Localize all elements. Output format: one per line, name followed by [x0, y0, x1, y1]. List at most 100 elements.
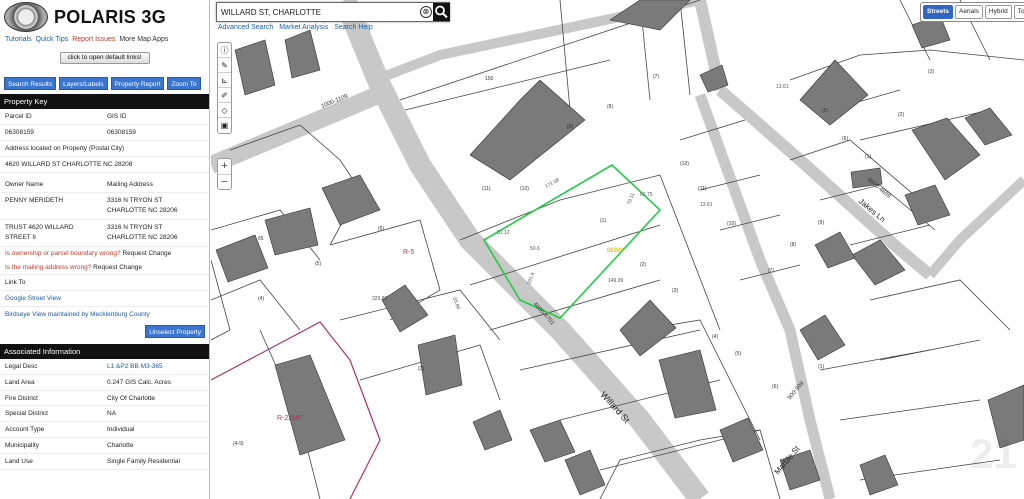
county-seal-icon: [4, 2, 48, 32]
birdseye-view-link[interactable]: Birdseye View maintained by Mecklenburg …: [0, 307, 209, 323]
building: [719, 417, 764, 463]
more-map-apps-link[interactable]: More Map Apps: [119, 36, 168, 43]
associated-info-row: Account Type Individual: [0, 422, 209, 438]
polaris-app: POLARIS 3G Tutorials Quick Tips Report I…: [0, 0, 1024, 499]
svg-text:(1): (1): [865, 154, 871, 160]
owner-name-label: Owner Name: [5, 181, 44, 188]
svg-text:(4-9): (4-9): [233, 441, 244, 447]
erase-tool-icon[interactable]: ◇: [218, 103, 231, 118]
zoom-in-icon[interactable]: +: [218, 159, 231, 174]
unselect-property-button[interactable]: Unselect Property: [145, 325, 205, 338]
tutorials-link[interactable]: Tutorials: [5, 36, 32, 43]
building: [469, 79, 586, 181]
svg-text:(9): (9): [818, 220, 824, 226]
id-labels-row: Parcel ID GIS ID: [0, 109, 209, 125]
owner-row-1: PENNY MERIDETH 3316 N TRYON ST CHARLOTTE…: [0, 193, 209, 220]
search-button[interactable]: [433, 3, 450, 21]
building: [964, 107, 1013, 146]
building: [529, 419, 576, 463]
associated-info-value[interactable]: L1 &P2 BB M3-365: [107, 359, 163, 374]
svg-text:61.75: 61.75: [640, 192, 653, 198]
svg-text:(8): (8): [607, 104, 613, 110]
gis-id-value: 06308159: [107, 129, 136, 136]
left-panel: POLARIS 3G Tutorials Quick Tips Report I…: [0, 0, 210, 499]
building: [472, 409, 513, 451]
clear-search-icon[interactable]: ⊗: [420, 6, 432, 18]
basemap-hybrid-button[interactable]: Hybrid: [984, 5, 1012, 19]
report-issues-link[interactable]: Report Issues: [72, 36, 115, 43]
mailing-request-change-link[interactable]: Request Change: [93, 264, 142, 271]
svg-text:(9): (9): [567, 124, 573, 130]
watermark-year: 21: [970, 430, 1017, 477]
layers-labels-button[interactable]: Layers/Labels: [59, 77, 108, 90]
mailing-address-2-line2: CHARLOTTE NC 28206: [107, 234, 178, 241]
svg-text:101.4: 101.4: [526, 272, 536, 286]
zoom-to-button[interactable]: Zoom To: [167, 77, 201, 90]
owner-name-1: PENNY MERIDETH: [5, 197, 64, 204]
measure-tool-icon[interactable]: ✎: [218, 58, 231, 73]
marble-st-road: [694, 93, 836, 499]
advanced-search-link[interactable]: Advanced Search: [218, 24, 273, 31]
svg-text:329.86: 329.86: [372, 296, 388, 302]
svg-text:(3): (3): [418, 366, 424, 372]
svg-text:(12): (12): [680, 161, 689, 167]
quick-tips-link[interactable]: Quick Tips: [36, 36, 69, 43]
svg-text:13.61: 13.61: [700, 202, 713, 208]
svg-text:70.11: 70.11: [626, 192, 636, 206]
default-links-button[interactable]: click to open default links!: [59, 52, 150, 64]
building: [321, 174, 381, 226]
ownership-change-row: Is ownership or parcel boundary wrong? R…: [0, 247, 209, 261]
zoning-label-r5: R-5: [403, 249, 414, 256]
basemap-aerials-button[interactable]: Aerials: [955, 5, 983, 19]
zoom-out-icon[interactable]: −: [218, 174, 231, 189]
print-tool-icon[interactable]: ▣: [218, 118, 231, 133]
svg-text:(1): (1): [818, 364, 824, 370]
building: [658, 349, 717, 419]
mailing-address-2: 3316 N TRYON ST CHARLOTTE NC 28206: [107, 223, 177, 243]
search-input[interactable]: [217, 3, 417, 21]
svg-text:(10): (10): [727, 221, 736, 227]
basemap-streets-button[interactable]: Streets: [923, 5, 954, 19]
associated-info-value: Individual: [107, 426, 135, 434]
building: [619, 299, 677, 357]
property-report-button[interactable]: Property Report: [110, 77, 165, 90]
associated-info-key: Land Area: [5, 378, 35, 386]
building: [814, 231, 856, 269]
header: POLARIS 3G: [0, 0, 209, 34]
draw-tool-icon[interactable]: ✐: [218, 88, 231, 103]
magnifier-icon: [435, 5, 448, 19]
associated-info-row: Municipality Charlotte: [0, 438, 209, 454]
parcel-map[interactable]: 150 (10) (11) 65 (6) (5) (4) (3) (4-9) (1) (2) (…: [211, 0, 1024, 499]
search-results-button[interactable]: Search Results: [4, 77, 57, 90]
building: [609, 0, 691, 31]
top-links: Tutorials Quick Tips Report Issues More …: [0, 34, 209, 46]
map-toolbar: ⓘ ✎ ⊾ ✐ ◇ ▣: [217, 42, 232, 134]
ownership-request-change-link[interactable]: Request Change: [122, 250, 171, 257]
svg-text:(2): (2): [640, 262, 646, 268]
associated-info-row: Special District NA: [0, 406, 209, 423]
associated-info-row: Fire District City Of Charlotte: [0, 391, 209, 407]
associated-info-heading: Associated Information: [0, 344, 209, 359]
basemap-topo-button[interactable]: Topo: [1013, 5, 1024, 19]
ownership-wrong-link[interactable]: Is ownership or parcel boundary wrong?: [5, 250, 121, 257]
associated-info-value: Charlotte: [107, 441, 134, 449]
map-view[interactable]: 150 (10) (11) 65 (6) (5) (4) (3) (4-9) (1) (2) (…: [211, 0, 1024, 499]
mailing-wrong-link[interactable]: Is the mailing address wrong?: [5, 264, 91, 271]
svg-text:50.6: 50.6: [530, 246, 540, 252]
east-road: [926, 176, 1024, 279]
svg-text:(6): (6): [772, 384, 778, 390]
building: [234, 39, 276, 96]
app-title: POLARIS 3G: [54, 6, 167, 27]
svg-text:(4): (4): [712, 334, 718, 340]
associated-info-value: City Of Charlotte: [107, 394, 156, 402]
search-help-link[interactable]: Search Help: [334, 24, 373, 31]
google-street-view-link[interactable]: Google Street View: [0, 291, 209, 307]
building: [564, 449, 606, 496]
info-tool-icon[interactable]: ⓘ: [218, 43, 231, 58]
market-analysis-link[interactable]: Market Analysis: [279, 24, 328, 31]
building: [284, 29, 321, 79]
svg-text:(4): (4): [258, 296, 264, 302]
owner-name-2-line1: TRUST 4620 WILLARD: [5, 224, 74, 231]
ruler-tool-icon[interactable]: ⊾: [218, 73, 231, 88]
building: [274, 354, 346, 456]
